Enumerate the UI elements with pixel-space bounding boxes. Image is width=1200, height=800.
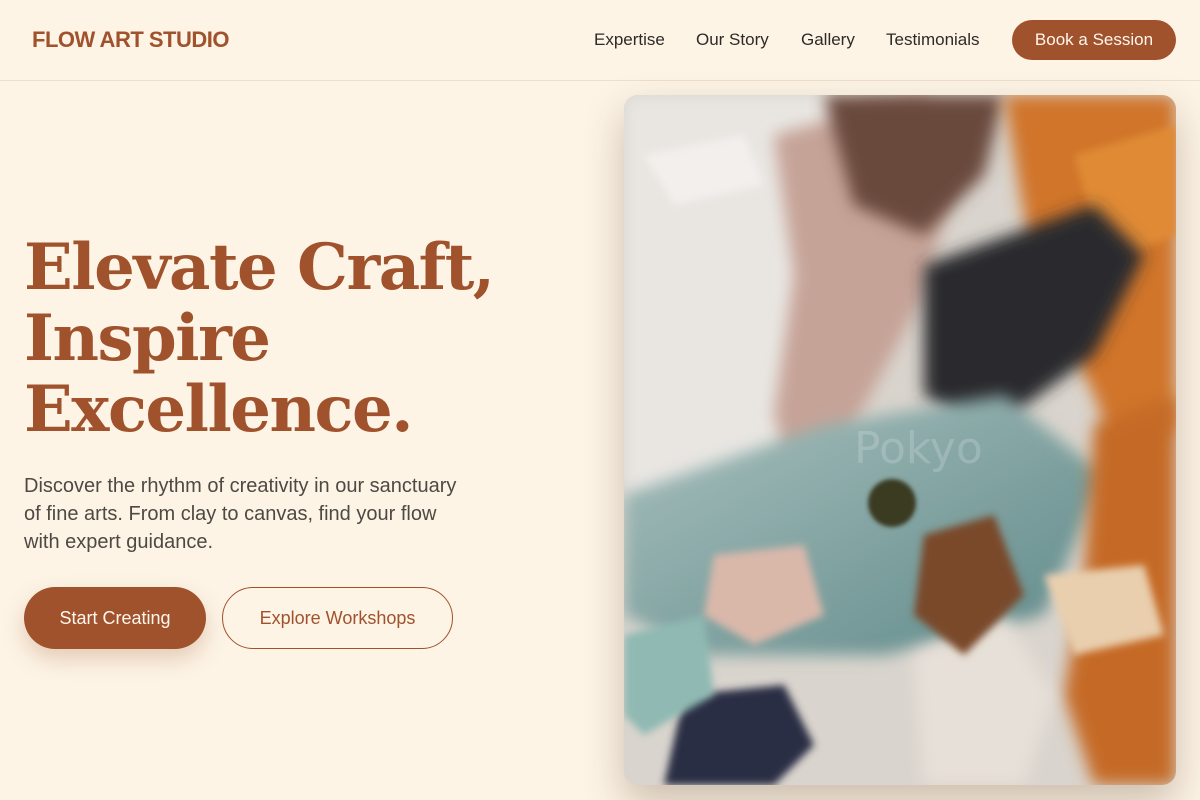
abstract-painting-image: Pokyo: [624, 95, 1176, 785]
hero-subtext: Discover the rhythm of creativity in our…: [24, 475, 457, 553]
start-creating-button[interactable]: Start Creating: [24, 587, 206, 649]
hero-headline: Elevate Craft, Inspire Excellence.: [24, 232, 544, 445]
site-header: FLOW ART STUDIO Expertise Our Story Gall…: [0, 0, 1200, 81]
nav-link-expertise[interactable]: Expertise: [594, 30, 665, 50]
book-session-button[interactable]: Book a Session: [1012, 20, 1176, 60]
hero-artwork-image: Pokyo: [624, 95, 1176, 785]
explore-workshops-button[interactable]: Explore Workshops: [222, 587, 453, 649]
image-watermark: Pokyo: [854, 423, 983, 474]
headline-line-2: Inspire: [24, 301, 271, 376]
brand-logo[interactable]: FLOW ART STUDIO: [32, 27, 230, 53]
headline-line-3: Excellence.: [24, 372, 413, 447]
nav-link-gallery[interactable]: Gallery: [801, 30, 855, 50]
nav-link-our-story[interactable]: Our Story: [696, 30, 769, 50]
nav-link-testimonials[interactable]: Testimonials: [886, 30, 980, 50]
headline-line-1: Elevate Craft,: [24, 230, 495, 305]
